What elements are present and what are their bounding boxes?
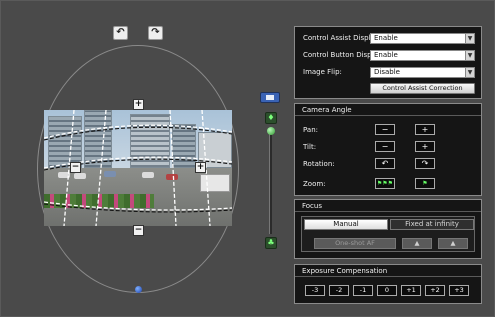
preview-building — [84, 110, 112, 168]
display-settings-panel: Control Assist Display: Enable ▼ Control… — [294, 26, 482, 99]
camera-angle-title: Camera Angle — [295, 104, 481, 116]
preview-building — [172, 124, 196, 168]
exposure-compensation-panel: Exposure Compensation -3 -2 -1 0 +1 +2 +… — [294, 264, 482, 304]
exposure-plus-1-button[interactable]: +1 — [401, 285, 421, 296]
preview-car — [142, 172, 154, 178]
chevron-down-icon: ▼ — [465, 51, 474, 60]
focus-far-button[interactable]: ▲ — [438, 238, 468, 249]
pan-label: Pan: — [303, 126, 318, 134]
focus-controls: Manual Fixed at infinity One-shot AF ▲ ▲ — [301, 216, 475, 252]
handle-bottom[interactable]: − — [133, 225, 144, 236]
chevron-down-icon: ▼ — [465, 68, 474, 77]
exposure-plus-3-button[interactable]: +3 — [449, 285, 469, 296]
rotate-right-button[interactable]: ↷ — [148, 26, 163, 40]
zoom-wide-button[interactable]: ⚑⚑⚑ — [375, 178, 395, 189]
zoom-label: Zoom: — [303, 180, 326, 188]
preview-bus — [200, 174, 230, 192]
rotation-right-button[interactable]: ↷ — [415, 158, 435, 169]
zoom-tele-icon[interactable]: ♦ — [265, 112, 277, 124]
rotate-left-button[interactable]: ↶ — [113, 26, 128, 40]
chevron-down-icon: ▼ — [465, 34, 474, 43]
zoom-slider-knob[interactable] — [267, 127, 275, 135]
exposure-minus-3-button[interactable]: -3 — [305, 285, 325, 296]
zoom-tele-button[interactable]: ⚑ — [415, 178, 435, 189]
exposure-minus-2-button[interactable]: -2 — [329, 285, 349, 296]
pan-plus-button[interactable]: + — [415, 124, 435, 135]
zoom-slider-track[interactable] — [269, 129, 272, 234]
camera-angle-panel: Camera Angle Pan: − + Tilt: − + Rotation… — [294, 103, 482, 196]
tab-fixed-at-infinity[interactable]: Fixed at infinity — [390, 219, 474, 230]
ring-position-marker[interactable] — [135, 286, 142, 293]
tilt-plus-button[interactable]: + — [415, 141, 435, 152]
camera-setup-window: ↶ ↷ + − + − ♦ ♣ Control Assist Display: … — [0, 0, 495, 317]
rotation-left-button[interactable]: ↶ — [375, 158, 395, 169]
focus-near-button[interactable]: ▲ — [402, 238, 432, 249]
control-assist-correction-button[interactable]: Control Assist Correction — [370, 83, 475, 94]
image-flip-label: Image Flip: — [303, 68, 342, 76]
focus-title: Focus — [295, 200, 481, 212]
preview-car — [74, 173, 86, 179]
focus-panel: Focus Manual Fixed at infinity One-shot … — [294, 199, 482, 259]
preview-car — [104, 171, 116, 177]
handle-top[interactable]: + — [133, 99, 144, 110]
exposure-plus-2-button[interactable]: +2 — [425, 285, 445, 296]
handle-left[interactable]: − — [70, 162, 81, 173]
exposure-compensation-title: Exposure Compensation — [295, 265, 481, 277]
control-assist-display-select[interactable]: Enable ▼ — [370, 33, 475, 44]
tilt-label: Tilt: — [303, 143, 317, 151]
control-button-display-select[interactable]: Enable ▼ — [370, 50, 475, 61]
exposure-zero-button[interactable]: 0 — [377, 285, 397, 296]
exposure-minus-1-button[interactable]: -1 — [353, 285, 373, 296]
handle-right[interactable]: + — [195, 162, 206, 173]
preview-car — [58, 172, 70, 178]
preview-building — [130, 114, 170, 168]
preview-building — [48, 116, 82, 168]
pan-minus-button[interactable]: − — [375, 124, 395, 135]
preview-flower-bed — [44, 194, 154, 208]
preview-mode-icon[interactable] — [260, 92, 280, 103]
tab-manual[interactable]: Manual — [304, 219, 388, 230]
one-shot-af-button[interactable]: One-shot AF — [314, 238, 396, 249]
rotation-label: Rotation: — [303, 160, 335, 168]
preview-car — [166, 174, 178, 180]
zoom-wide-icon[interactable]: ♣ — [265, 237, 277, 249]
image-flip-select[interactable]: Disable ▼ — [370, 67, 475, 78]
tilt-minus-button[interactable]: − — [375, 141, 395, 152]
